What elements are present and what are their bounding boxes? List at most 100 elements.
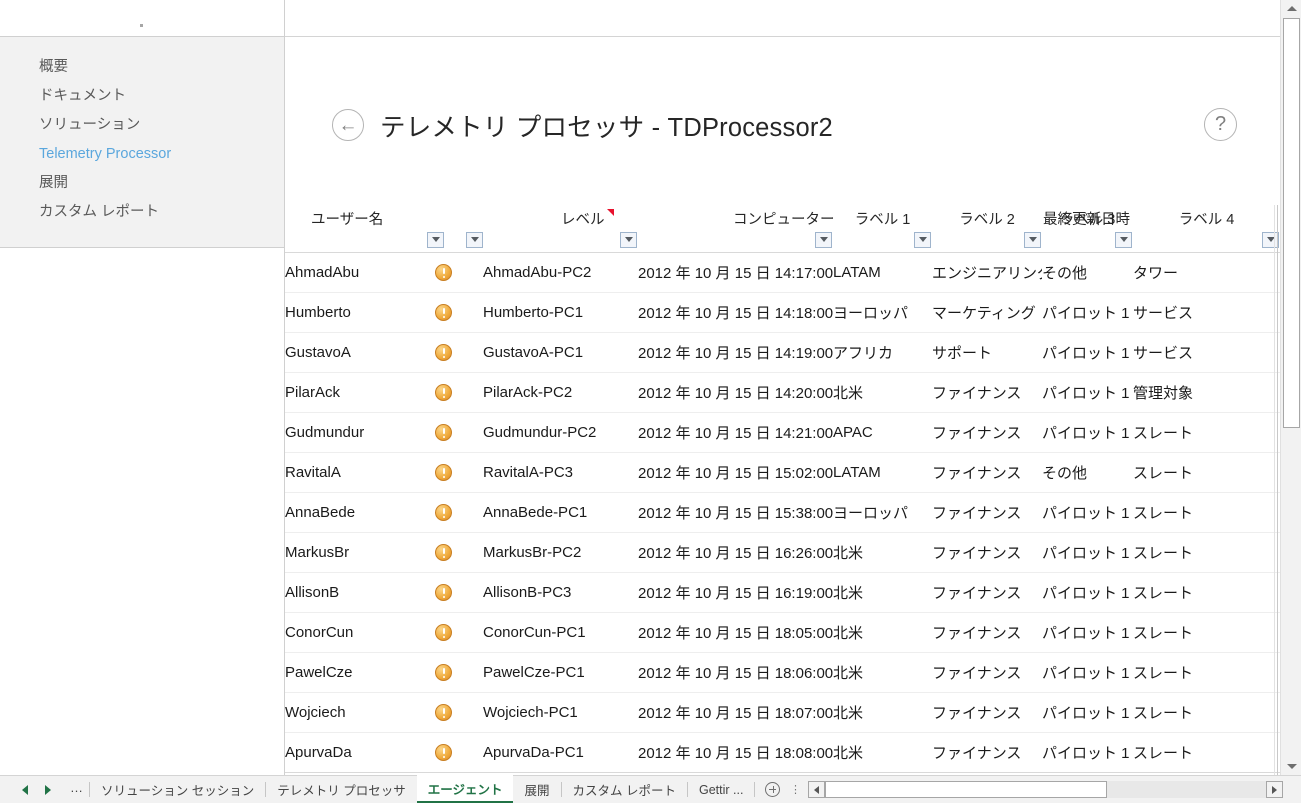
column-header-label2[interactable]: ラベル 2 bbox=[932, 200, 1042, 253]
cell-computer: Wojciech-PC1 bbox=[483, 692, 638, 733]
cell-label-4: タワー bbox=[1133, 252, 1280, 293]
cell-label-2: エンジニアリング bbox=[932, 252, 1042, 293]
scroll-left-arrow-glyph bbox=[814, 785, 820, 794]
cell-level bbox=[435, 372, 483, 413]
horizontal-scrollbar-thumb[interactable] bbox=[825, 781, 1108, 798]
sheet-nav-more-button[interactable]: … bbox=[68, 781, 85, 799]
filter-dropdown-updated[interactable] bbox=[815, 231, 832, 248]
cell-label-3: パイロット 1 bbox=[1042, 532, 1133, 573]
table-row[interactable]: Wojciech Wojciech-PC1 2012 年 10 月 15 日 18:… bbox=[285, 692, 1280, 733]
column-header-label-label1: ラベル 1 bbox=[833, 208, 932, 229]
sidebar-item-5[interactable]: 展開 bbox=[0, 169, 284, 198]
scroll-down-icon[interactable] bbox=[1281, 758, 1301, 775]
table-row[interactable]: AhmadAbu AhmadAbu-PC2 2012 年 10 月 15 日 14:… bbox=[285, 252, 1280, 293]
cell-label-4: スレート bbox=[1133, 732, 1280, 773]
cell-label-3: パイロット 1 bbox=[1042, 412, 1133, 453]
vertical-scrollbar[interactable] bbox=[1280, 0, 1301, 775]
add-sheet-icon[interactable] bbox=[755, 776, 788, 803]
help-icon[interactable]: ? bbox=[1204, 108, 1237, 141]
sidebar-item-4[interactable]: Telemetry Processor bbox=[0, 140, 284, 169]
cell-user-name: ConorCun bbox=[285, 612, 435, 653]
table-row[interactable]: Gudmundur Gudmundur-PC2 2012 年 10 月 15 日 1… bbox=[285, 412, 1280, 453]
sidebar-item-6[interactable]: カスタム レポート bbox=[0, 198, 284, 227]
column-header-user[interactable]: ユーザー名 bbox=[285, 200, 444, 253]
scroll-right-icon[interactable] bbox=[1266, 781, 1283, 798]
filter-dropdown-computer[interactable] bbox=[620, 231, 637, 248]
filter-dropdown-level[interactable] bbox=[466, 231, 483, 248]
sheet-tab-2[interactable]: テレメトリ プロセッサ bbox=[266, 776, 416, 803]
table-row[interactable]: ConorCun ConorCun-PC1 2012 年 10 月 15 日 18:… bbox=[285, 612, 1280, 653]
sheet-nav-arrows: … bbox=[0, 776, 89, 803]
column-header-level[interactable]: レベル bbox=[435, 200, 614, 253]
telemetry-report: ← テレメトリ プロセッサ - TDProcessor2 ? ユーザー名 レベルコ… bbox=[285, 37, 1280, 775]
triangle-right-glyph bbox=[45, 784, 51, 795]
cell-label-3: パイロット 1 bbox=[1042, 372, 1133, 413]
table-row[interactable]: AllisonB AllisonB-PC3 2012 年 10 月 15 日 16:… bbox=[285, 572, 1280, 613]
cell-label-2: マーケティング bbox=[932, 292, 1042, 333]
add-sheet-glyph bbox=[765, 782, 781, 797]
cell-last-updated: 2012 年 10 月 15 日 14:18:00 bbox=[638, 292, 833, 333]
worksheet-top-strip bbox=[0, 0, 1280, 36]
cell-label-3: パイロット 1 bbox=[1042, 292, 1133, 333]
sheet-tab-3[interactable]: エージェント bbox=[416, 775, 514, 803]
table-row[interactable]: RavitalA RavitalA-PC3 2012 年 10 月 15 日 15:… bbox=[285, 452, 1280, 493]
vertical-scrollbar-thumb[interactable] bbox=[1283, 18, 1300, 428]
cell-label-1: 北米 bbox=[833, 572, 932, 613]
scroll-left-icon[interactable] bbox=[808, 781, 826, 798]
triangle-left-icon[interactable] bbox=[20, 784, 30, 795]
cell-label-1: LATAM bbox=[833, 452, 932, 493]
sidebar-item-3[interactable]: ソリューション bbox=[0, 111, 284, 140]
cell-last-updated: 2012 年 10 月 15 日 15:38:00 bbox=[638, 492, 833, 533]
scroll-up-icon[interactable] bbox=[1281, 0, 1301, 17]
cell-user-name: PawelCze bbox=[285, 652, 435, 693]
horizontal-scrollbar[interactable] bbox=[808, 779, 1283, 800]
cell-label-2: ファイナンス bbox=[932, 692, 1042, 733]
warning-icon bbox=[435, 503, 452, 521]
filter-dropdown-label2[interactable] bbox=[1024, 231, 1041, 248]
sheet-tab-6[interactable]: Gettir ... bbox=[688, 776, 754, 803]
column-header-updated[interactable]: 最終更新日時 bbox=[638, 200, 1130, 253]
sidebar-item-1[interactable]: 概要 bbox=[0, 53, 284, 82]
cell-user-name: Wojciech bbox=[285, 692, 435, 733]
column-header-computer[interactable]: コンピューター bbox=[483, 200, 835, 253]
cell-level bbox=[435, 452, 483, 493]
warning-icon bbox=[435, 463, 452, 481]
sheet-tab-5[interactable]: カスタム レポート bbox=[562, 776, 687, 803]
cell-computer: AnnaBede-PC1 bbox=[483, 492, 638, 533]
table-row[interactable]: PilarAck PilarAck-PC2 2012 年 10 月 15 日 14:… bbox=[285, 372, 1280, 413]
column-header-label1[interactable]: ラベル 1 bbox=[833, 200, 932, 253]
table-row[interactable]: Humberto Humberto-PC1 2012 年 10 月 15 日 14:… bbox=[285, 292, 1280, 333]
filter-dropdown-label3[interactable] bbox=[1115, 231, 1132, 248]
table-row[interactable]: AnnaBede AnnaBede-PC1 2012 年 10 月 15 日 15:… bbox=[285, 492, 1280, 533]
table-row[interactable]: MarkusBr MarkusBr-PC2 2012 年 10 月 15 日 16:… bbox=[285, 532, 1280, 573]
triangle-right-icon[interactable] bbox=[43, 784, 53, 795]
sheet-tab-4[interactable]: 展開 bbox=[513, 776, 560, 803]
cell-computer: PilarAck-PC2 bbox=[483, 372, 638, 413]
table-row[interactable]: ApurvaDa ApurvaDa-PC1 2012 年 10 月 15 日 18:… bbox=[285, 732, 1280, 773]
navigation-panel-below-blank bbox=[0, 248, 285, 775]
filter-dropdown-label1[interactable] bbox=[914, 231, 931, 248]
column-header-label4[interactable]: ラベル 4 bbox=[1133, 200, 1280, 253]
report-header: ← テレメトリ プロセッサ - TDProcessor2 ? bbox=[285, 95, 1280, 155]
cell-label-4: スレート bbox=[1133, 492, 1280, 533]
vertical-dots-icon[interactable]: ⋮ bbox=[788, 776, 802, 803]
horizontal-scrollbar-track[interactable] bbox=[825, 781, 1266, 798]
warning-icon bbox=[435, 263, 452, 281]
cell-label-1: 北米 bbox=[833, 652, 932, 693]
cell-label-1: 北米 bbox=[833, 612, 932, 653]
column-header-label3[interactable]: ラベル 3 bbox=[1042, 200, 1133, 253]
cell-label-2: ファイナンス bbox=[932, 652, 1042, 693]
cell-label-3: パイロット 1 bbox=[1042, 332, 1133, 373]
sheet-tab-1[interactable]: ソリューション セッション bbox=[90, 776, 265, 803]
cell-label-3: パイロット 1 bbox=[1042, 612, 1133, 653]
chevron-down-icon bbox=[819, 237, 828, 242]
back-icon[interactable]: ← bbox=[332, 109, 364, 141]
table-row[interactable]: GustavoA GustavoA-PC1 2012 年 10 月 15 日 14:… bbox=[285, 332, 1280, 373]
cell-label-4: スレート bbox=[1133, 412, 1280, 453]
cell-label-2: ファイナンス bbox=[932, 532, 1042, 573]
sidebar-item-2[interactable]: ドキュメント bbox=[0, 82, 284, 111]
cell-last-updated: 2012 年 10 月 15 日 16:26:00 bbox=[638, 532, 833, 573]
table-row[interactable]: PawelCze PawelCze-PC1 2012 年 10 月 15 日 18:… bbox=[285, 652, 1280, 693]
cell-label-4: サービス bbox=[1133, 332, 1280, 373]
cell-label-2: ファイナンス bbox=[932, 412, 1042, 453]
